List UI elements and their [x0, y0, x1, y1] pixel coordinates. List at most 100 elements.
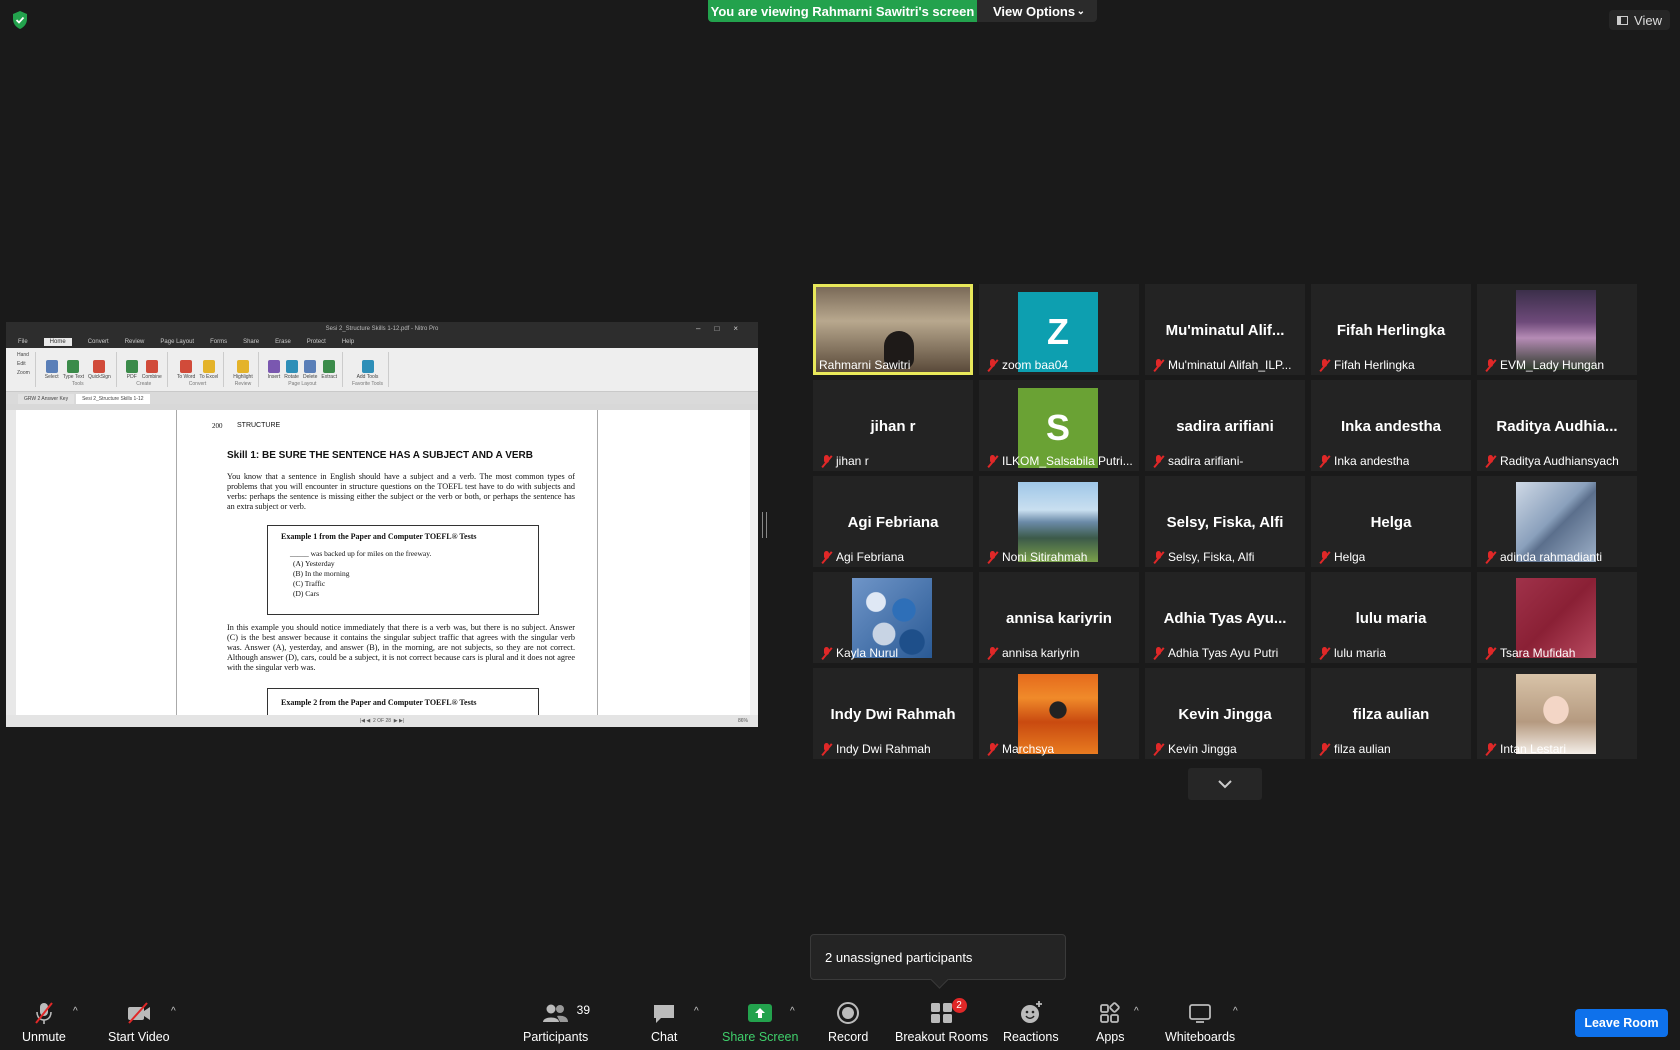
ribbon-button[interactable]: QuickSign: [88, 360, 111, 380]
participant-tile[interactable]: Fifah Herlingka Fifah Herlingka: [1311, 284, 1471, 375]
page-number: 200: [212, 422, 223, 430]
participant-name-label: annisa kariyrin: [987, 646, 1079, 660]
nitro-menu-item[interactable]: Page Layout: [160, 339, 194, 345]
breakout-rooms-button[interactable]: 2 Breakout Rooms: [895, 998, 988, 1044]
participant-tile[interactable]: Noni Sitirahmah: [979, 476, 1139, 567]
ribbon-button[interactable]: To Word: [177, 360, 195, 380]
nitro-menu-item[interactable]: Help: [342, 339, 354, 345]
nitro-menu-item[interactable]: File: [18, 339, 28, 345]
chat-button[interactable]: Chat: [651, 1000, 677, 1044]
participants-button[interactable]: 39 Participants: [523, 1000, 590, 1044]
record-button[interactable]: Record: [828, 1000, 868, 1044]
nitro-menu-item[interactable]: Protect: [307, 339, 326, 345]
example-option: (B) In the morning: [293, 569, 350, 578]
participant-tile[interactable]: sadira arifiani sadira arifiani-: [1145, 380, 1305, 471]
participant-name: Indy Dwi Rahmah: [836, 742, 931, 756]
participant-tile[interactable]: Agi Febriana Agi Febriana: [813, 476, 973, 567]
participant-tile[interactable]: filza aulian filza aulian: [1311, 668, 1471, 759]
participant-name: EVM_Lady Hungan: [1500, 358, 1605, 372]
participant-tile[interactable]: Indy Dwi Rahmah Indy Dwi Rahmah: [813, 668, 973, 759]
participant-tile[interactable]: Marchsya: [979, 668, 1139, 759]
participant-tile[interactable]: Tsara Mufidah: [1477, 572, 1637, 663]
view-layout-icon: [1617, 15, 1629, 25]
ribbon-button[interactable]: PDF: [125, 360, 138, 380]
participant-tile[interactable]: adinda rahmadianti: [1477, 476, 1637, 567]
ribbon-button[interactable]: Type Text: [63, 360, 84, 380]
ribbon-tool-icon: [285, 360, 298, 373]
participant-tile[interactable]: Kayla Nurul: [813, 572, 973, 663]
nitro-document-tab[interactable]: Sesi 2_Structure Skills 1-12: [76, 394, 150, 404]
audio-options-caret[interactable]: ^: [73, 1006, 78, 1017]
chat-options-caret[interactable]: ^: [694, 1006, 699, 1017]
microphone-muted-icon: [1319, 550, 1330, 564]
participant-display-name: Agi Febriana: [847, 514, 939, 531]
leave-room-button[interactable]: Leave Room: [1575, 1009, 1668, 1037]
unmute-button[interactable]: Unmute: [22, 1000, 66, 1044]
nitro-side-tool[interactable]: Zoom: [17, 370, 30, 376]
ribbon-button-label: Combine: [141, 374, 162, 380]
ribbon-button[interactable]: Extract: [321, 360, 337, 380]
nitro-menu-item[interactable]: Forms: [210, 339, 227, 345]
participant-name-label: sadira arifiani-: [1153, 454, 1243, 468]
ribbon-button[interactable]: Add Tools: [357, 360, 378, 380]
microphone-muted-icon: [821, 742, 832, 756]
whiteboards-button[interactable]: Whiteboards: [1165, 1000, 1235, 1044]
participant-tile[interactable]: Inka andestha Inka andestha: [1311, 380, 1471, 471]
participant-tile[interactable]: jihan r jihan r: [813, 380, 973, 471]
nitro-document-tab[interactable]: GRW 2 Answer Key: [18, 394, 75, 404]
ribbon-button[interactable]: Insert: [268, 360, 280, 380]
reactions-button[interactable]: Reactions: [1003, 1000, 1059, 1044]
ribbon-button[interactable]: Rotate: [284, 360, 299, 380]
participant-tile[interactable]: lulu maria lulu maria: [1311, 572, 1471, 663]
nitro-side-tool[interactable]: Edit: [17, 361, 30, 367]
participant-tile[interactable]: Helga Helga: [1311, 476, 1471, 567]
ribbon-button[interactable]: Combine: [142, 360, 162, 380]
view-options-button[interactable]: View Options ⌄: [977, 0, 1097, 22]
view-button[interactable]: View: [1609, 10, 1670, 30]
participant-tile[interactable]: S ILKOM_Salsabila Putri...: [979, 380, 1139, 471]
page-nav-next-icon[interactable]: ▶ ▶|: [391, 718, 404, 724]
ribbon-tool-icon: [323, 360, 336, 373]
gallery-next-page-button[interactable]: [1188, 768, 1262, 800]
nitro-menu-item[interactable]: Home: [43, 338, 72, 346]
participant-name: Tsara Mufidah: [1500, 646, 1576, 660]
participant-name: filza aulian: [1334, 742, 1391, 756]
security-shield-icon[interactable]: [10, 10, 30, 30]
unassigned-participants-tooltip[interactable]: 2 unassigned participants: [810, 934, 1066, 980]
ribbon-button[interactable]: Highlight: [233, 360, 253, 380]
participant-tile[interactable]: annisa kariyrin annisa kariyrin: [979, 572, 1139, 663]
participant-tile[interactable]: Raditya Audhia... Raditya Audhiansyach: [1477, 380, 1637, 471]
share-screen-button[interactable]: Share Screen: [722, 1000, 798, 1044]
start-video-button[interactable]: Start Video: [108, 1000, 170, 1044]
participant-tile[interactable]: Rahmarni Sawitri: [813, 284, 973, 375]
nitro-menu-item[interactable]: Review: [125, 339, 145, 345]
whiteboards-label: Whiteboards: [1165, 1030, 1236, 1044]
participant-tile[interactable]: EVM_Lady Hungan: [1477, 284, 1637, 375]
ribbon-button[interactable]: Delete: [303, 360, 317, 380]
participant-tile[interactable]: Adhia Tyas Ayu... Adhia Tyas Ayu Putri: [1145, 572, 1305, 663]
participant-tile[interactable]: Selsy, Fiska, Alfi Selsy, Fiska, Alfi: [1145, 476, 1305, 567]
nitro-menu-item[interactable]: Erase: [275, 339, 291, 345]
participant-tile[interactable]: Zzoom baa04: [979, 284, 1139, 375]
ribbon-button-label: Extract: [321, 374, 337, 380]
nitro-vertical-scrollbar[interactable]: [750, 410, 758, 715]
nitro-side-tool[interactable]: Hand: [17, 352, 30, 358]
share-resize-handle[interactable]: [762, 512, 767, 538]
breakout-rooms-icon: 2: [929, 998, 967, 1026]
share-options-caret[interactable]: ^: [790, 1006, 795, 1017]
participant-tile[interactable]: Kevin Jingga Kevin Jingga: [1145, 668, 1305, 759]
apps-options-caret[interactable]: ^: [1134, 1006, 1139, 1017]
apps-button[interactable]: Apps: [1096, 1000, 1125, 1044]
video-options-caret[interactable]: ^: [171, 1006, 176, 1017]
ribbon-button[interactable]: Select: [45, 360, 59, 380]
ribbon-button[interactable]: To Excel: [199, 360, 218, 380]
participant-tile[interactable]: Intan Lestari: [1477, 668, 1637, 759]
participant-name-label: Marchsya: [987, 742, 1054, 756]
page-nav-icon[interactable]: |◀ ◀: [360, 718, 373, 724]
status-zoom: 86%: [737, 718, 748, 724]
participant-display-name: Raditya Audhia...: [1496, 418, 1618, 435]
whiteboards-options-caret[interactable]: ^: [1233, 1006, 1238, 1017]
nitro-menu-item[interactable]: Convert: [88, 339, 109, 345]
participant-tile[interactable]: Mu'minatul Alif... Mu'minatul Alifah_ILP.…: [1145, 284, 1305, 375]
nitro-menu-item[interactable]: Share: [243, 339, 259, 345]
